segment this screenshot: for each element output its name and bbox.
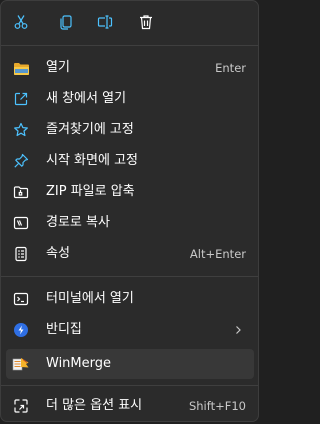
menu-item-label: 즐겨찾기에 고정 (46, 122, 134, 137)
cut-icon (13, 14, 29, 30)
menu-item-show-more-options[interactable]: 더 많은 옵션 표시 Shift+F10 (6, 391, 254, 421)
menu-item-label: 더 많은 옵션 표시 (46, 398, 143, 413)
menu-item-pin-to-start[interactable]: 시작 화면에 고정 (6, 146, 254, 176)
zip-folder-icon (12, 183, 30, 201)
menu-item-label: 반디집 (46, 322, 82, 337)
delete-icon (138, 14, 154, 30)
separator (1, 276, 258, 277)
menu-item-label: 시작 화면에 고정 (46, 153, 138, 168)
menu-item-label: ZIP 파일로 압축 (46, 184, 135, 199)
menu-item-compress-zip[interactable]: ZIP 파일로 압축 (6, 177, 254, 207)
properties-icon (12, 245, 30, 263)
menu-item-label: 터미널에서 열기 (46, 291, 134, 306)
terminal-icon (12, 290, 30, 308)
menu-item-label: WinMerge (46, 356, 111, 371)
menu-item-shortcut: Alt+Enter (189, 247, 246, 261)
menu-item-shortcut: Enter (215, 61, 246, 75)
menu-item-bandizip[interactable]: 반디집 (6, 315, 254, 345)
menu-item-label: 새 창에서 열기 (46, 91, 127, 106)
rename-icon (97, 14, 113, 30)
star-icon (12, 121, 30, 139)
separator (1, 45, 258, 46)
menu-item-open-new-window[interactable]: 새 창에서 열기 (6, 84, 254, 114)
menu-item-shortcut: Shift+F10 (188, 399, 246, 413)
context-menu: 열기 Enter 새 창에서 열기 즐겨찾기에 고정 시작 화면에 고정 ZIP… (0, 0, 259, 422)
copy-button[interactable] (52, 8, 80, 36)
menu-item-open-in-terminal[interactable]: 터미널에서 열기 (6, 284, 254, 314)
menu-item-label: 열기 (46, 60, 70, 75)
bandizip-icon (12, 321, 30, 339)
pin-icon (12, 152, 30, 170)
cut-button[interactable] (7, 8, 35, 36)
separator (1, 385, 258, 386)
open-new-window-icon (12, 90, 30, 108)
menu-item-label: 속성 (46, 246, 70, 261)
winmerge-icon (12, 355, 30, 373)
menu-item-winmerge[interactable]: WinMerge (6, 349, 254, 379)
menu-item-label: 경로로 복사 (46, 215, 110, 230)
menu-item-copy-as-path[interactable]: 경로로 복사 (6, 208, 254, 238)
menu-item-pin-to-quick-access[interactable]: 즐겨찾기에 고정 (6, 115, 254, 145)
delete-button[interactable] (132, 8, 160, 36)
folder-icon (12, 59, 30, 77)
copy-path-icon (12, 214, 30, 232)
more-options-icon (12, 397, 30, 415)
copy-icon (58, 14, 74, 30)
rename-button[interactable] (91, 8, 119, 36)
menu-item-open[interactable]: 열기 Enter (6, 53, 254, 83)
context-menu-toolbar (1, 1, 258, 45)
chevron-right-icon (232, 324, 244, 336)
menu-item-properties[interactable]: 속성 Alt+Enter (6, 239, 254, 269)
